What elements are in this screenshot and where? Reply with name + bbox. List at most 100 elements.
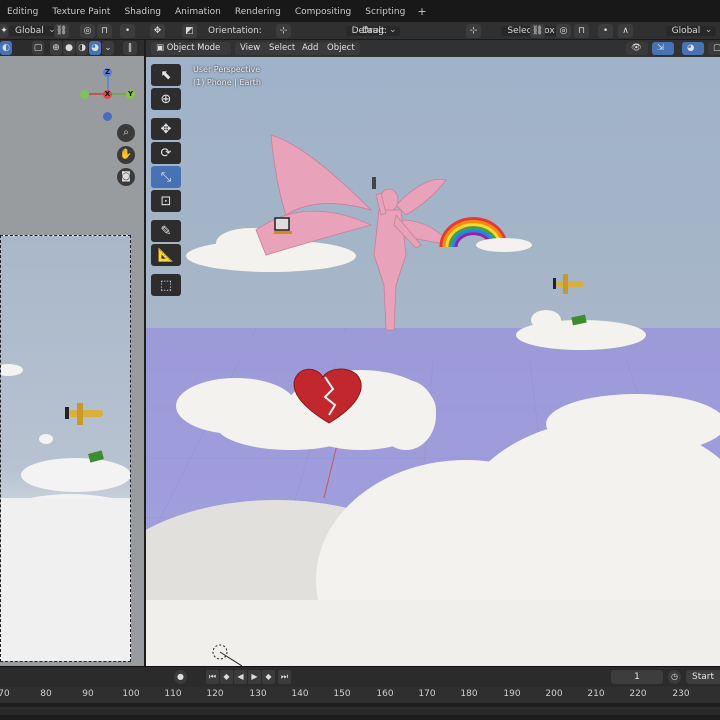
tool-shelf: ⬉ ⊕ ✥ ⟳ ⤡ ⊡ ✎ 📐 ⬚: [151, 64, 181, 298]
gizmo-toggle-icon[interactable]: ⇲: [652, 42, 674, 55]
tab-rendering[interactable]: Rendering: [228, 2, 288, 22]
right-transform-orientation-dropdown[interactable]: Global: [665, 26, 717, 36]
xray-toggle-icon[interactable]: ▢: [708, 42, 720, 55]
play-icon[interactable]: ▶: [248, 670, 261, 684]
camera-viewport[interactable]: ◐ ▢ ⊕ ● ◑ ◕ ⌄ ‖ Z Y X ⌕ ✋ ◙: [0, 40, 144, 666]
pivot-point-icon[interactable]: ⛓: [530, 24, 545, 38]
drag-label: Drag:: [362, 26, 387, 36]
timeline-scrollbar[interactable]: [0, 707, 720, 715]
record-icon[interactable]: ●: [174, 670, 187, 684]
falloff-icon[interactable]: ⊓: [97, 24, 112, 38]
move-icon[interactable]: ✥: [151, 118, 181, 140]
ruler-tick: 100: [122, 689, 140, 699]
mode-icon[interactable]: ✥: [150, 24, 165, 38]
material-shading-icon[interactable]: ◑: [76, 41, 88, 55]
select-box-icon[interactable]: ⬉: [151, 64, 181, 86]
ruler-tick: 180: [460, 689, 478, 699]
solid-shading-icon[interactable]: ●: [63, 41, 75, 55]
add-cube-icon[interactable]: ⬚: [151, 274, 181, 296]
play-reverse-icon[interactable]: ◀: [234, 670, 247, 684]
broken-heart-object: [293, 368, 362, 424]
xray-icon[interactable]: ▢: [32, 41, 44, 55]
cloud-rainbow: [476, 238, 532, 252]
transform-icon[interactable]: ⊡: [151, 190, 181, 212]
tool-header: ✦ Global ⛓ ◎ ⊓ • ✥ ◩ Orientation: ⊹ Defa…: [0, 22, 720, 40]
tab-shading[interactable]: Shading: [117, 2, 168, 22]
ruler-tick: 120: [206, 689, 224, 699]
overlay-dot-icon[interactable]: •: [120, 24, 135, 38]
measure-icon[interactable]: 📐: [151, 244, 181, 266]
mode-dropdown[interactable]: ▣ Object Mode: [151, 42, 231, 55]
menu-object[interactable]: Object: [322, 42, 360, 55]
ruler-tick: 70: [0, 689, 10, 699]
pause-render-icon[interactable]: ‖: [123, 41, 137, 55]
ruler-tick: 110: [164, 689, 182, 699]
ruler-tick: 150: [333, 689, 351, 699]
snap-link-icon[interactable]: ⛓: [54, 24, 69, 38]
next-keyframe-icon[interactable]: ◆: [262, 670, 275, 684]
menu-add[interactable]: Add: [297, 42, 324, 55]
easel-object: [274, 217, 292, 234]
tab-texture-paint[interactable]: Texture Paint: [45, 2, 117, 22]
tab-animation[interactable]: Animation: [168, 2, 228, 22]
rotate-icon[interactable]: ⟳: [151, 142, 181, 164]
gizmo-z[interactable]: Z: [103, 68, 112, 77]
menu-view[interactable]: View: [235, 42, 266, 55]
cloud-floor: [1, 498, 130, 661]
frame-ruler[interactable]: 70 80 90 100 110 120 130 140 150 160 170…: [0, 687, 720, 703]
shading-options-icon[interactable]: ⌄: [102, 41, 114, 55]
ruler-tick: 160: [376, 689, 394, 699]
gizmo-x[interactable]: X: [103, 90, 112, 99]
cursor-icon[interactable]: ⊕: [151, 88, 181, 110]
view-perspective-label: User Perspective: [193, 65, 261, 74]
left-transform-orientation-dropdown[interactable]: Global: [9, 26, 60, 36]
small-cloud: [39, 434, 53, 444]
gizmo-neg-y[interactable]: [80, 90, 89, 99]
rendered-shading-icon[interactable]: ◕: [89, 41, 101, 55]
navigation-gizmo[interactable]: Z Y X: [78, 65, 138, 125]
object-mode-icon: ▣: [156, 43, 167, 53]
wireframe-shading-icon[interactable]: ⊕: [50, 41, 62, 55]
current-frame-field[interactable]: 1: [611, 670, 663, 684]
tab-editing[interactable]: Editing: [0, 2, 45, 22]
clock-icon[interactable]: ◷: [668, 670, 681, 684]
transform-orientation-icon[interactable]: ⊹: [466, 24, 481, 38]
camera-view-icon[interactable]: ◙: [117, 168, 135, 186]
snap-icon[interactable]: ◎: [556, 24, 571, 38]
gizmo-neg-z[interactable]: [103, 112, 112, 121]
snap-target-icon[interactable]: ⊓: [574, 24, 589, 38]
ruler-tick: 190: [503, 689, 521, 699]
gizmo-y[interactable]: Y: [126, 90, 135, 99]
start-frame-field[interactable]: Start: [686, 670, 720, 684]
proportional-edit-icon[interactable]: ◎: [80, 24, 95, 38]
ruler-tick: 200: [545, 689, 563, 699]
prev-keyframe-icon[interactable]: ◆: [220, 670, 233, 684]
proportional-icon[interactable]: •: [598, 24, 613, 38]
viewport-shading-icon[interactable]: ◐: [0, 41, 12, 55]
ruler-tick: 130: [249, 689, 267, 699]
tab-scripting[interactable]: Scripting: [358, 2, 412, 22]
tab-compositing[interactable]: Compositing: [288, 2, 358, 22]
falloff-curve-icon[interactable]: ∧: [618, 24, 633, 38]
workspace-tabs: Editing Texture Paint Shading Animation …: [0, 0, 720, 22]
scale-icon[interactable]: ⤡: [151, 166, 181, 188]
cloud-cluster: [21, 458, 130, 492]
jump-start-icon[interactable]: ⏮: [206, 670, 219, 684]
pivot-icon[interactable]: ✦: [0, 24, 8, 38]
jump-end-icon[interactable]: ⏭: [278, 670, 291, 684]
overlay-toggle-icon[interactable]: ◕: [682, 42, 704, 55]
pan-hand-icon[interactable]: ✋: [117, 146, 135, 164]
visibility-eye-icon[interactable]: 👁: [626, 42, 648, 55]
light-icon[interactable]: [202, 638, 242, 666]
active-collection-label: (1) Phone | Earth: [193, 78, 261, 87]
add-workspace-button[interactable]: +: [412, 2, 431, 22]
viewport-header: ▣ Object Mode View Select Add Object 👁 ⇲…: [146, 40, 720, 57]
object-transform-icon[interactable]: ◩: [182, 24, 197, 38]
mode-label: Object Mode: [166, 43, 221, 53]
timeline: ● ⏮ ◆ ◀ ▶ ◆ ⏭ 1 ◷ Start 70 80 90 100 110…: [0, 666, 720, 720]
zoom-icon[interactable]: ⌕: [117, 124, 135, 142]
annotate-icon[interactable]: ✎: [151, 220, 181, 242]
camera-frame: [0, 235, 131, 662]
menu-select[interactable]: Select: [264, 42, 301, 55]
main-3d-viewport[interactable]: ▣ Object Mode View Select Add Object 👁 ⇲…: [146, 40, 720, 666]
